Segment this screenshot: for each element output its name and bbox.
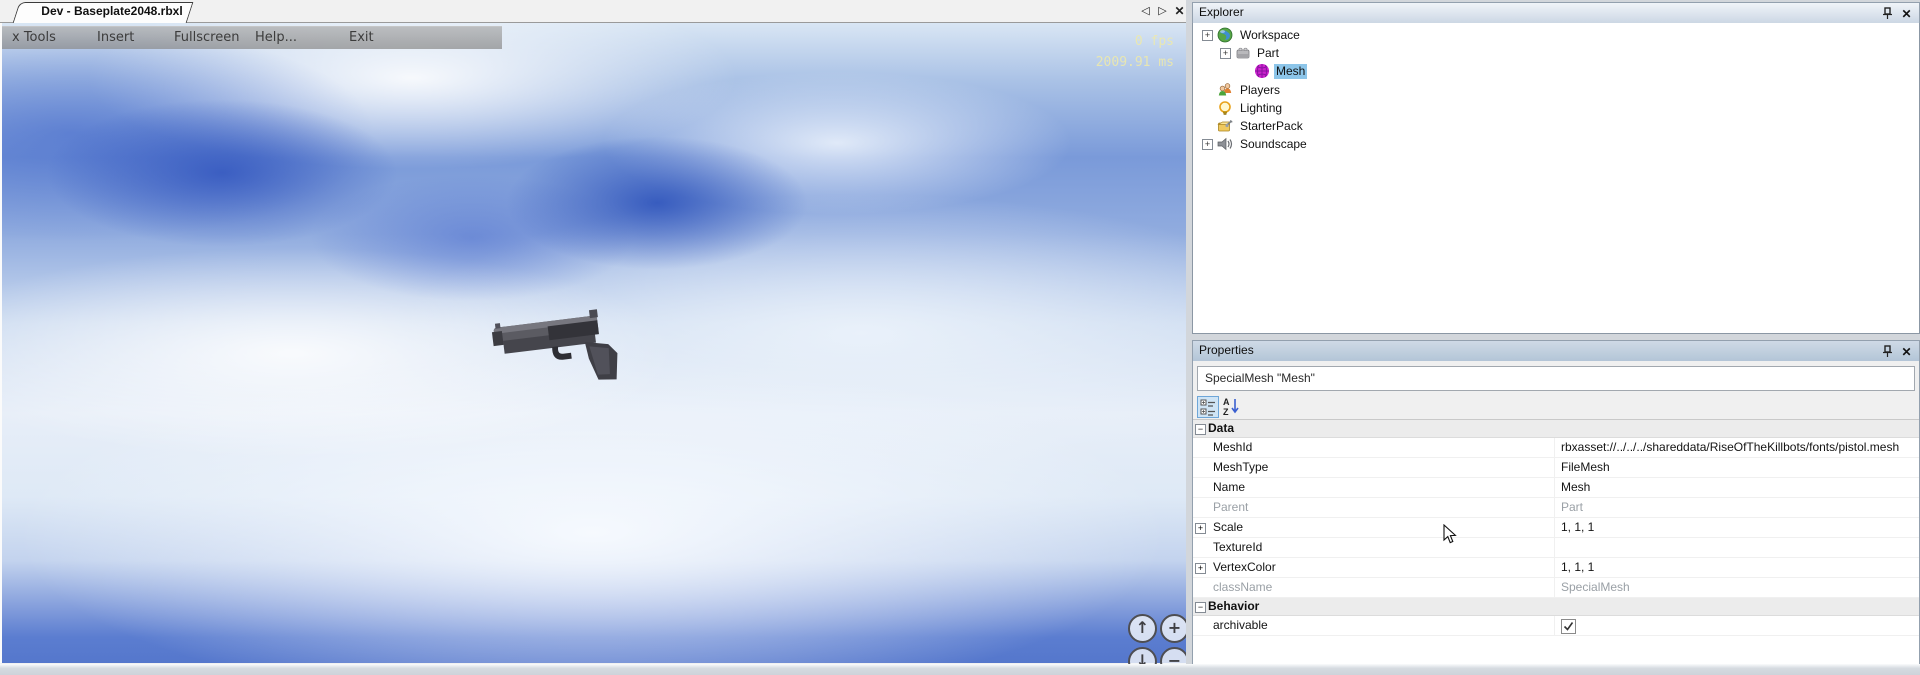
- mesh-icon: [1254, 63, 1270, 79]
- property-row-meshtype[interactable]: MeshType FileMesh: [1193, 458, 1919, 478]
- tree-item-label[interactable]: Workspace: [1238, 28, 1302, 43]
- tab-scroll-left-icon[interactable]: ◁: [1138, 4, 1153, 19]
- properties-titlebar: Properties ✕: [1192, 340, 1920, 362]
- 3d-viewport[interactable]: x Tools Insert Fullscreen Help... Exit 0…: [0, 23, 1186, 663]
- tree-item-label[interactable]: Soundscape: [1238, 137, 1309, 152]
- property-row-classname[interactable]: className SpecialMesh: [1193, 578, 1919, 598]
- property-row-name[interactable]: Name Mesh: [1193, 478, 1919, 498]
- sort-az-icon[interactable]: A Z: [1221, 396, 1241, 416]
- properties-close-icon[interactable]: ✕: [1900, 343, 1913, 358]
- pin-icon[interactable]: [1882, 7, 1893, 19]
- explorer-title: Explorer: [1199, 3, 1244, 22]
- property-row-meshid[interactable]: MeshId rbxasset://../../../shareddata/Ri…: [1193, 438, 1919, 458]
- property-row-scale[interactable]: + Scale 1, 1, 1: [1193, 518, 1919, 538]
- mouse-cursor: [1443, 524, 1457, 545]
- tab-close-icon[interactable]: ✕: [1172, 4, 1187, 19]
- categorized-icon[interactable]: [1197, 396, 1219, 418]
- svg-text:A: A: [1223, 397, 1230, 407]
- explorer-close-icon[interactable]: ✕: [1900, 5, 1913, 20]
- pistol-mesh-model[interactable]: [490, 300, 632, 392]
- soundscape-icon: [1217, 136, 1233, 152]
- collapse-icon[interactable]: −: [1195, 424, 1206, 435]
- taskbar-edge: [0, 664, 1920, 675]
- tree-item-label[interactable]: StarterPack: [1238, 119, 1305, 134]
- tree-item-label[interactable]: Part: [1255, 46, 1281, 61]
- expand-icon[interactable]: +: [1195, 523, 1206, 534]
- tree-item-label[interactable]: Lighting: [1238, 101, 1284, 116]
- property-row-vertexcolor[interactable]: + VertexColor 1, 1, 1: [1193, 558, 1919, 578]
- expand-toggle-icon[interactable]: +: [1202, 30, 1213, 41]
- expand-icon[interactable]: +: [1195, 563, 1206, 574]
- performance-overlay: 0 fps 2009.91 ms: [1096, 31, 1174, 73]
- fps-counter: 0 fps: [1096, 31, 1174, 52]
- workspace-globe-icon: [1217, 27, 1233, 43]
- tree-item-label[interactable]: Players: [1238, 83, 1282, 98]
- tree-item-label[interactable]: Mesh: [1274, 64, 1307, 79]
- menu-item-tools[interactable]: x Tools: [12, 30, 56, 46]
- property-row-textureid[interactable]: TextureId: [1193, 538, 1919, 558]
- starterpack-icon: [1217, 118, 1233, 134]
- lighting-icon: [1217, 100, 1233, 116]
- menu-item-fullscreen[interactable]: Fullscreen: [174, 30, 239, 46]
- menu-item-help[interactable]: Help...: [255, 30, 297, 46]
- selected-object-label: SpecialMesh "Mesh": [1205, 371, 1315, 385]
- property-grid: − Data MeshId rbxasset://../../../shared…: [1193, 420, 1919, 672]
- properties-title: Properties: [1199, 341, 1254, 360]
- players-icon: [1217, 82, 1233, 98]
- document-tabbar: Dev - Baseplate2048.rbxl ◁ ▷ ✕: [0, 0, 1186, 23]
- properties-panel: SpecialMesh "Mesh" A Z − Data: [1192, 361, 1920, 664]
- zoom-in-button[interactable]: +: [1160, 614, 1189, 643]
- checkmark-icon: [1563, 621, 1574, 632]
- explorer-titlebar: Explorer ✕: [1192, 2, 1920, 24]
- explorer-tree: + Workspace + Part: [1192, 23, 1920, 334]
- section-header-behavior[interactable]: − Behavior: [1193, 598, 1919, 616]
- menu-item-exit[interactable]: Exit: [349, 30, 374, 46]
- property-row-archivable[interactable]: archivable: [1193, 616, 1919, 636]
- game-menubar: x Tools Insert Fullscreen Help... Exit: [2, 26, 502, 49]
- archivable-checkbox[interactable]: [1561, 619, 1576, 634]
- collapse-icon[interactable]: −: [1195, 602, 1206, 613]
- properties-toolbar: A Z: [1193, 394, 1919, 420]
- game-pane: Dev - Baseplate2048.rbxl ◁ ▷ ✕ x Tools I…: [0, 0, 1186, 664]
- section-header-data[interactable]: − Data: [1193, 420, 1919, 438]
- pin-icon[interactable]: [1882, 345, 1893, 357]
- application-window: Dev - Baseplate2048.rbxl ◁ ▷ ✕ x Tools I…: [0, 0, 1920, 675]
- property-row-parent[interactable]: Parent Part: [1193, 498, 1919, 518]
- selected-object-box[interactable]: SpecialMesh "Mesh": [1197, 366, 1915, 391]
- expand-toggle-icon[interactable]: +: [1220, 48, 1231, 59]
- tab-scroll-right-icon[interactable]: ▷: [1155, 4, 1170, 19]
- expand-toggle-icon[interactable]: +: [1202, 139, 1213, 150]
- menu-item-insert[interactable]: Insert: [97, 30, 134, 46]
- document-tab-title[interactable]: Dev - Baseplate2048.rbxl: [22, 3, 202, 20]
- part-icon: [1235, 45, 1251, 61]
- frame-time: 2009.91 ms: [1096, 52, 1174, 73]
- svg-text:Z: Z: [1223, 407, 1229, 416]
- camera-up-button[interactable]: ↑: [1128, 614, 1157, 643]
